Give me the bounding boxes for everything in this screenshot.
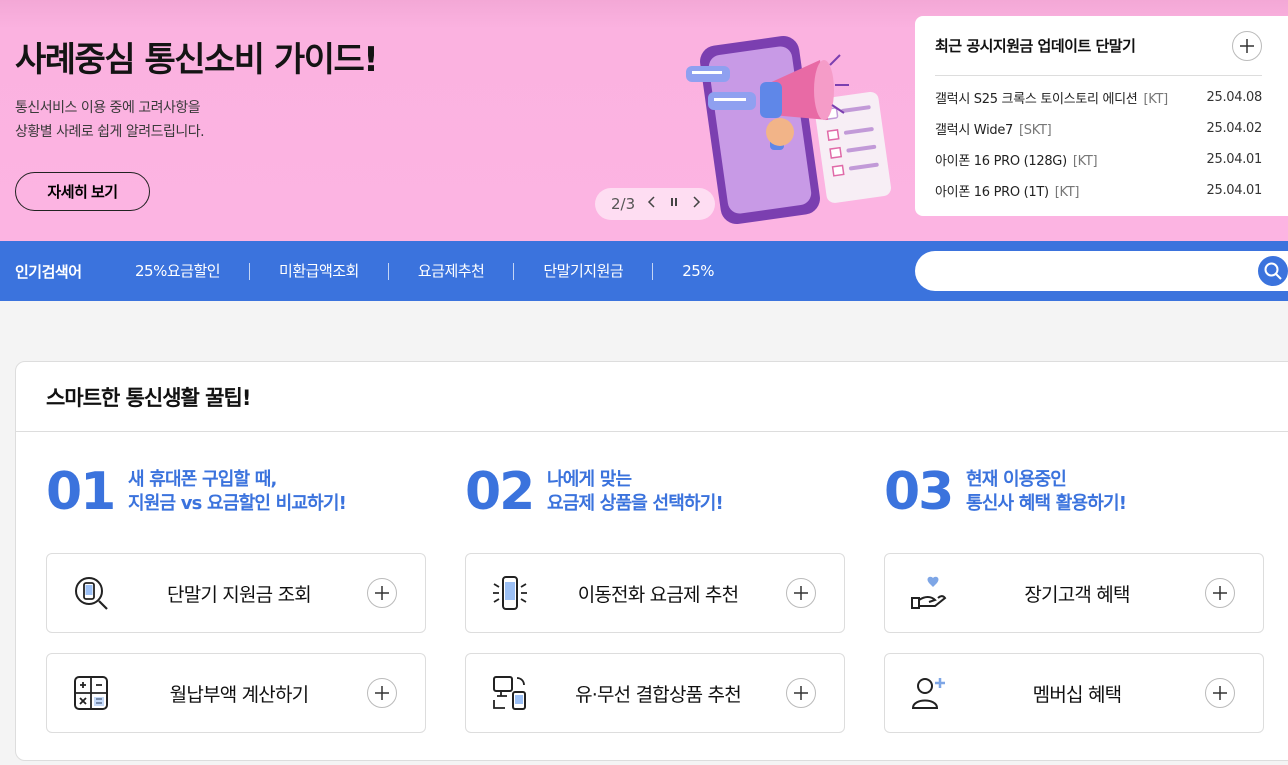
tile-more-button[interactable] (367, 678, 397, 708)
tip-header: 01 새 휴대폰 구입할 때, 지원금 vs 요금할인 비교하기! (46, 462, 426, 522)
plus-icon (794, 586, 808, 600)
tip-tile[interactable]: 월납부액 계산하기 (46, 653, 426, 733)
update-row[interactable]: 아이폰 16 PRO (1T) [KT] 25.04.01 (935, 175, 1262, 206)
tip-column: 02 나에게 맞는 요금제 상품을 선택하기! 이동전화 요금제 추천유·무선 … (465, 462, 845, 733)
tip-tile[interactable]: 유·무선 결합상품 추천 (465, 653, 845, 733)
update-date: 25.04.01 (1206, 152, 1263, 167)
plus-icon (1213, 586, 1227, 600)
tip-header: 03 현재 이용중인 통신사 혜택 활용하기! (884, 462, 1264, 522)
plus-icon (375, 586, 389, 600)
device-carrier: [KT] (1143, 92, 1168, 107)
tip-number: 03 (884, 462, 954, 522)
more-updates-button[interactable] (1232, 30, 1262, 61)
hero-desc-line: 통신서비스 이용 중에 고려사항을 (15, 100, 201, 116)
pager-count: 2/3 (611, 195, 636, 213)
tip-subtitle: 나에게 맞는 요금제 상품을 선택하기! (547, 468, 724, 516)
tile-more-button[interactable] (1205, 678, 1235, 708)
device-carrier: [SKT] (1019, 123, 1052, 138)
view-details-button[interactable]: 자세히 보기 (15, 172, 150, 211)
updates-list: 갤럭시 S25 크록스 토이스토리 에디션 [KT] 25.04.08 갤럭시 Wid… (935, 82, 1268, 206)
tile-label: 멤버십 혜택 (1032, 683, 1122, 706)
update-device: 아이폰 16 PRO (128G) [KT] (935, 150, 1098, 169)
tip-tile[interactable]: 이동전화 요금제 추천 (465, 553, 845, 633)
popular-keyword[interactable]: 요금제추천 (387, 262, 514, 280)
tile-more-button[interactable] (786, 678, 816, 708)
tile-label: 단말기 지원금 조회 (167, 583, 312, 606)
search-icon (1264, 262, 1282, 280)
tile-more-button[interactable] (1205, 578, 1235, 608)
popular-search-bar: 인기검색어 25%요금할인 미환급액조회 요금제추천 단말기지원금 25% (0, 241, 1288, 301)
hero-banner: 사례중심 통신소비 가이드! 통신서비스 이용 중에 고려사항을 상황별 사례로… (0, 0, 1288, 241)
device-name: 아이폰 16 PRO (128G) (935, 154, 1067, 169)
tip-column: 03 현재 이용중인 통신사 혜택 활용하기! 장기고객 혜택멤버십 혜택 (884, 462, 1264, 733)
device-carrier: [KT] (1072, 154, 1098, 169)
tip-number: 01 (46, 462, 116, 522)
device-carrier: [KT] (1054, 185, 1080, 200)
device-name: 갤럭시 S25 크록스 토이스토리 에디션 (935, 92, 1138, 107)
tip-subtitle-line: 요금제 상품을 선택하기! (547, 493, 724, 514)
popular-search-label: 인기검색어 (15, 262, 82, 281)
tile-more-button[interactable] (786, 578, 816, 608)
tips-title: 스마트한 통신생활 꿀팁! (16, 362, 1288, 432)
plus-icon (794, 686, 808, 700)
tip-number: 02 (465, 462, 535, 522)
plus-icon (1240, 38, 1254, 53)
tile-label: 이동전화 요금제 추천 (577, 583, 739, 606)
tip-subtitle-line: 지원금 vs 요금할인 비교하기! (128, 493, 347, 514)
update-row[interactable]: 아이폰 16 PRO (128G) [KT] 25.04.01 (935, 144, 1262, 175)
updates-title: 최근 공시지원금 업데이트 단말기 (935, 37, 1136, 55)
next-slide-button[interactable] (691, 196, 701, 212)
tile-label: 월납부액 계산하기 (169, 683, 309, 706)
calculator-icon (71, 673, 111, 713)
popular-keyword[interactable]: 25%요금할인 (135, 262, 249, 280)
tip-subtitle-line: 새 휴대폰 구입할 때, (128, 469, 277, 490)
tip-header: 02 나에게 맞는 요금제 상품을 선택하기! (465, 462, 845, 522)
tile-more-button[interactable] (367, 578, 397, 608)
hero-title: 사례중심 통신소비 가이드! (15, 40, 379, 80)
update-row[interactable]: 갤럭시 S25 크록스 토이스토리 에디션 [KT] 25.04.08 (935, 82, 1262, 113)
tips-card: 스마트한 통신생활 꿀팁! 01 새 휴대폰 구입할 때, 지원금 vs 요금할… (15, 361, 1288, 761)
phone-signal-icon (490, 573, 530, 613)
keyword-list: 25%요금할인 미환급액조회 요금제추천 단말기지원금 25% (135, 262, 743, 280)
update-date: 25.04.08 (1206, 90, 1263, 105)
tip-subtitle-line: 통신사 혜택 활용하기! (966, 493, 1127, 514)
tip-tile[interactable]: 장기고객 혜택 (884, 553, 1264, 633)
popular-keyword[interactable]: 25% (652, 262, 743, 280)
phone-search-icon (71, 573, 111, 613)
search-input[interactable] (915, 251, 1288, 291)
carousel-pager: 2/3 (595, 188, 715, 220)
update-device: 갤럭시 Wide7 [SKT] (935, 119, 1052, 138)
prev-slide-button[interactable] (647, 196, 657, 212)
devices-combo-icon (490, 673, 530, 713)
tip-subtitle-line: 나에게 맞는 (547, 469, 632, 490)
tip-subtitle: 새 휴대폰 구입할 때, 지원금 vs 요금할인 비교하기! (128, 468, 347, 516)
hero-description: 통신서비스 이용 중에 고려사항을 상황별 사례로 쉽게 알려드립니다. (15, 96, 275, 144)
plus-icon (375, 686, 389, 700)
user-plus-icon (909, 673, 949, 713)
tile-label: 유·무선 결합상품 추천 (575, 683, 742, 706)
phone-megaphone-illustration (686, 35, 892, 225)
search-button[interactable] (1256, 254, 1288, 288)
update-date: 25.04.01 (1206, 183, 1263, 198)
tip-subtitle-line: 현재 이용중인 (966, 469, 1067, 490)
heart-hand-icon (909, 573, 949, 613)
update-date: 25.04.02 (1206, 121, 1263, 136)
tip-tile[interactable]: 멤버십 혜택 (884, 653, 1264, 733)
recent-updates-panel: 최근 공시지원금 업데이트 단말기 갤럭시 S25 크록스 토이스토리 에디션 [… (915, 16, 1288, 216)
pause-button[interactable] (669, 196, 679, 212)
plus-icon (1213, 686, 1227, 700)
tip-column: 01 새 휴대폰 구입할 때, 지원금 vs 요금할인 비교하기! 단말기 지원… (46, 462, 426, 733)
update-device: 갤럭시 S25 크록스 토이스토리 에디션 [KT] (935, 88, 1168, 107)
popular-keyword[interactable]: 미환급액조회 (249, 262, 388, 280)
tip-subtitle: 현재 이용중인 통신사 혜택 활용하기! (966, 468, 1127, 516)
tip-tile[interactable]: 단말기 지원금 조회 (46, 553, 426, 633)
device-name: 아이폰 16 PRO (1T) (935, 185, 1049, 200)
device-name: 갤럭시 Wide7 (935, 123, 1014, 138)
hero-desc-line: 상황별 사례로 쉽게 알려드립니다. (15, 124, 205, 140)
update-device: 아이폰 16 PRO (1T) [KT] (935, 181, 1079, 200)
update-row[interactable]: 갤럭시 Wide7 [SKT] 25.04.02 (935, 113, 1262, 144)
tile-label: 장기고객 혜택 (1024, 583, 1130, 606)
popular-keyword[interactable]: 단말기지원금 (513, 262, 652, 280)
